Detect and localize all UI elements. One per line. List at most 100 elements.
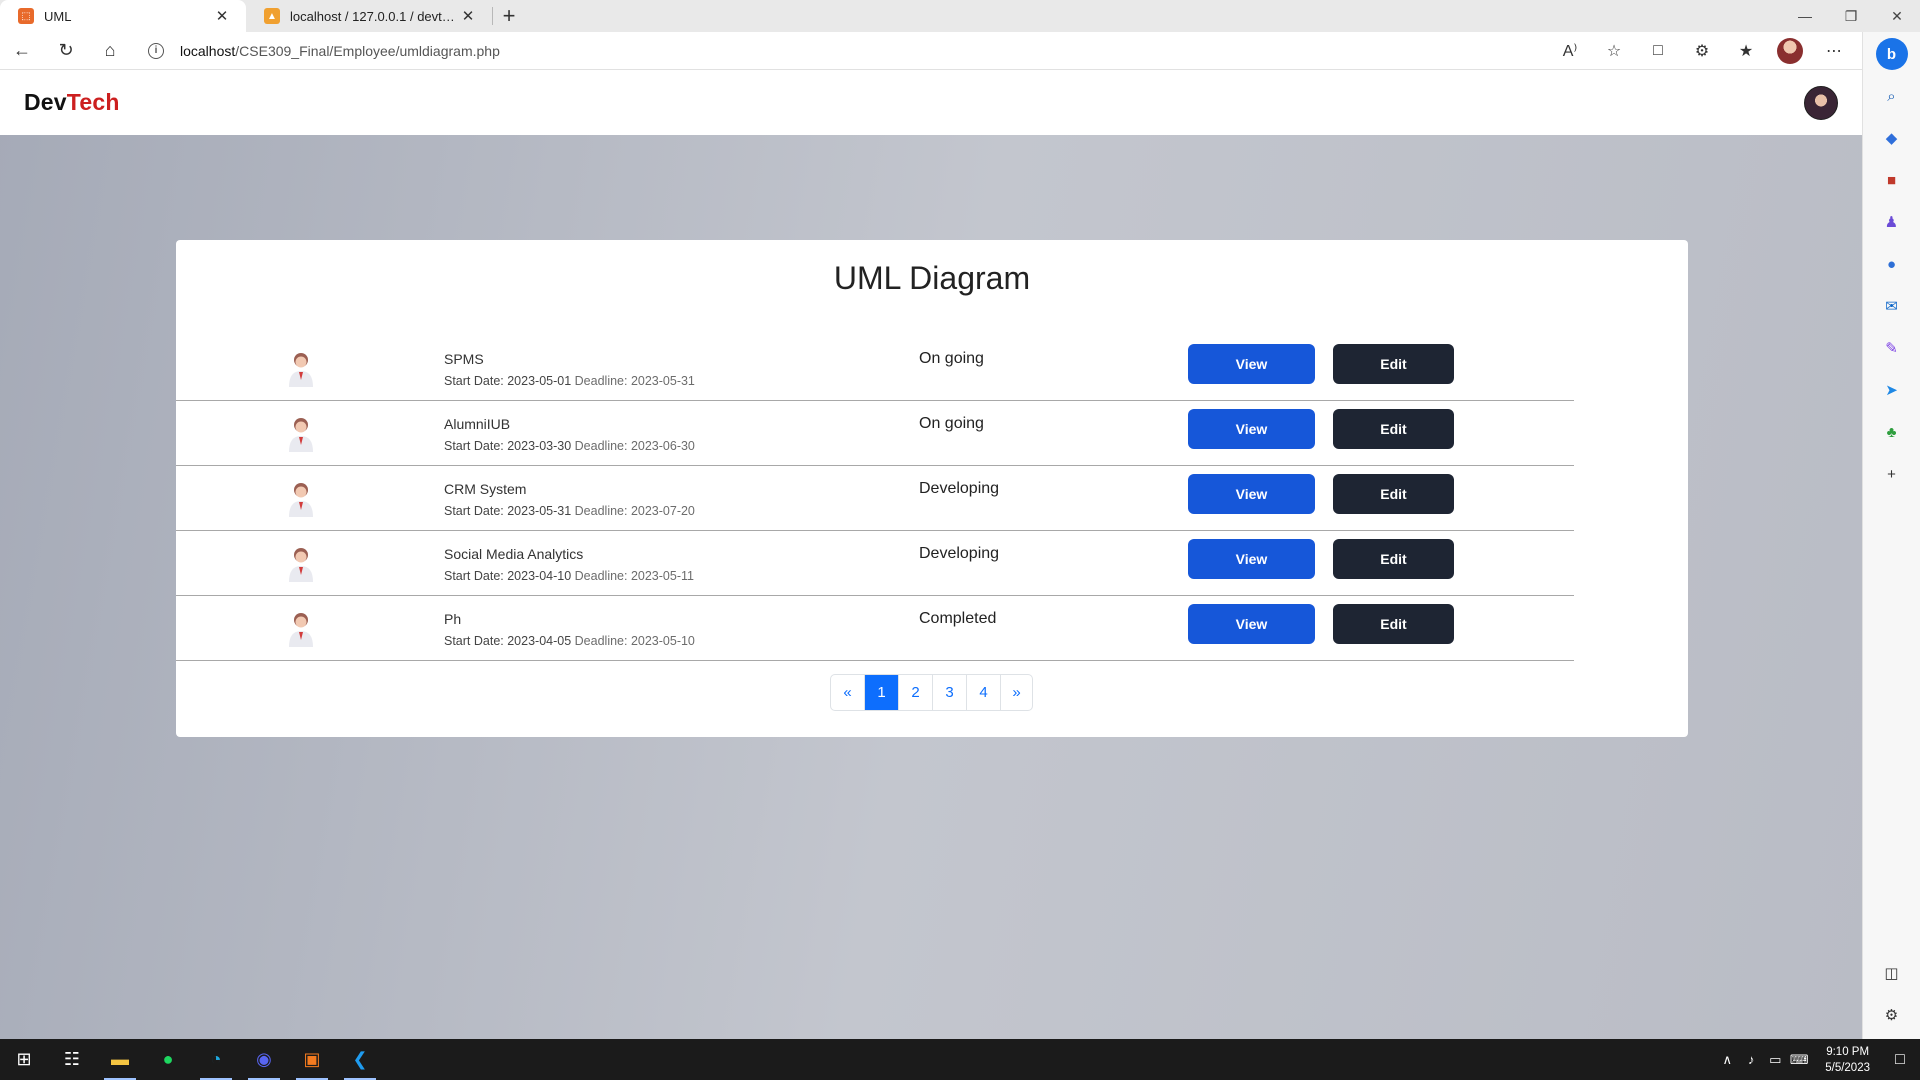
drop-send-icon[interactable]: ➤	[1876, 374, 1908, 406]
view-button[interactable]: View	[1188, 344, 1315, 384]
site-info-icon[interactable]: i	[148, 42, 164, 59]
profile-icon[interactable]	[1768, 33, 1812, 69]
project-list: SPMS Start Date: 2023-05-01 Deadline: 20…	[176, 336, 1574, 661]
xampp-favicon-icon: ⬚	[18, 8, 34, 24]
url-host: localhost	[180, 42, 236, 59]
brand-logo[interactable]: DevTech	[24, 89, 120, 116]
pagination: « 1 2 3 4 »	[830, 674, 1033, 711]
project-info: Social Media Analytics Start Date: 2023-…	[444, 546, 694, 583]
minimize-icon[interactable]: —	[1782, 0, 1828, 32]
view-button[interactable]: View	[1188, 409, 1315, 449]
browser-toolbar: ← ↻ ⌂ i localhost/CSE309_Final/Employee/…	[0, 32, 1862, 70]
search-icon[interactable]: ⌕	[1876, 80, 1908, 112]
page-link-2[interactable]: 2	[899, 675, 933, 710]
employee-avatar-icon	[289, 548, 313, 582]
refresh-icon[interactable]: ↻	[44, 33, 88, 69]
deadline: Deadline: 2023-07-20	[574, 504, 695, 518]
tab-phpmyadmin[interactable]: ▲ localhost / 127.0.0.1 / devtech / t ✕	[246, 0, 492, 32]
windows-taskbar: ⊞ ☷ ▬ ● ◔ ◉ ▣ ❮ ∧ ♪ ▭ ⌨ 9:10 PM 5/5/2023…	[0, 1039, 1920, 1080]
page-prev-link[interactable]: «	[831, 675, 865, 710]
split-screen-icon[interactable]: □	[1636, 33, 1680, 69]
tab-title: UML	[44, 8, 72, 24]
outlook-icon[interactable]: ✉	[1876, 290, 1908, 322]
phpmyadmin-favicon-icon: ▲	[264, 8, 280, 24]
home-icon[interactable]: ⌂	[88, 33, 132, 69]
employee-avatar-icon	[289, 418, 313, 452]
read-aloud-icon[interactable]: A⁾	[1548, 33, 1592, 69]
edit-button[interactable]: Edit	[1333, 539, 1454, 579]
view-button[interactable]: View	[1188, 604, 1315, 644]
close-window-icon[interactable]: ✕	[1874, 0, 1920, 32]
view-button[interactable]: View	[1188, 474, 1315, 514]
project-info: AlumniIUB Start Date: 2023-03-30 Deadlin…	[444, 416, 695, 453]
status-text: On going	[919, 350, 984, 367]
tree-icon[interactable]: ♣	[1876, 416, 1908, 448]
clock-date: 5/5/2023	[1825, 1061, 1870, 1074]
start-date: Start Date: 2023-04-10	[444, 569, 572, 583]
deadline: Deadline: 2023-05-10	[574, 634, 695, 648]
vscode-icon[interactable]: ❮	[336, 1039, 384, 1080]
start-icon[interactable]: ⊞	[0, 1039, 48, 1080]
page-link-4[interactable]: 4	[967, 675, 1001, 710]
discord-icon[interactable]: ◉	[240, 1039, 288, 1080]
more-options-icon[interactable]: ⋯	[1812, 33, 1856, 69]
edit-button[interactable]: Edit	[1333, 474, 1454, 514]
clock-time: 9:10 PM	[1826, 1045, 1870, 1058]
profile-avatar	[1777, 37, 1803, 64]
shopping-tag-icon[interactable]: ◆	[1876, 122, 1908, 154]
tab-uml[interactable]: ⬚ UML ✕	[0, 0, 246, 32]
tab-title: localhost / 127.0.0.1 / devtech / t	[290, 8, 458, 24]
employee-avatar-icon	[289, 353, 313, 387]
xampp-icon[interactable]: ▣	[288, 1039, 336, 1080]
back-icon[interactable]: ←	[0, 33, 44, 69]
add-app-icon[interactable]: +	[1876, 458, 1908, 490]
page-link-1[interactable]: 1	[865, 675, 899, 710]
view-button[interactable]: View	[1188, 539, 1315, 579]
edge-icon[interactable]: ◔	[192, 1039, 240, 1080]
network-icon[interactable]: ▭	[1763, 1052, 1787, 1068]
project-dates: Start Date: 2023-05-01 Deadline: 2023-05…	[444, 374, 695, 388]
keyboard-icon[interactable]: ⌨	[1787, 1052, 1811, 1068]
project-name: SPMS	[444, 351, 484, 367]
tools-briefcase-icon[interactable]: ■	[1876, 164, 1908, 196]
project-dates: Start Date: 2023-05-31 Deadline: 2023-07…	[444, 504, 695, 518]
project-info: Ph Start Date: 2023-04-05 Deadline: 2023…	[444, 611, 695, 648]
new-tab-button[interactable]: +	[493, 0, 525, 32]
page: DevTech UML Diagram SPMS Start Date: 202…	[0, 70, 1862, 1039]
page-next-link[interactable]: »	[1001, 675, 1032, 710]
status-text: Developing	[919, 545, 1000, 562]
list-item: SPMS Start Date: 2023-05-01 Deadline: 20…	[176, 336, 1574, 401]
favorites-icon[interactable]: ★	[1724, 33, 1768, 69]
edit-button[interactable]: Edit	[1333, 344, 1454, 384]
games-icon[interactable]: ♟	[1876, 206, 1908, 238]
edit-button[interactable]: Edit	[1333, 409, 1454, 449]
project-name: Ph	[444, 611, 462, 627]
sidebar-settings-icon[interactable]: ⚙	[1876, 999, 1908, 1031]
tray-overflow-icon[interactable]: ∧	[1715, 1052, 1739, 1068]
microsoft-365-icon[interactable]: ●	[1876, 248, 1908, 280]
list-item: Social Media Analytics Start Date: 2023-…	[176, 531, 1574, 596]
deadline: Deadline: 2023-06-30	[574, 439, 695, 453]
project-dates: Start Date: 2023-04-10 Deadline: 2023-05…	[444, 569, 694, 583]
task-view-icon[interactable]: ☷	[48, 1039, 96, 1080]
designer-icon[interactable]: ✎	[1876, 332, 1908, 364]
restore-icon[interactable]: ❐	[1828, 0, 1874, 32]
file-explorer-icon[interactable]: ▬	[96, 1039, 144, 1080]
taskbar-clock[interactable]: 9:10 PM 5/5/2023	[1825, 1044, 1870, 1076]
close-tab-icon[interactable]: ✕	[212, 7, 232, 25]
volume-icon[interactable]: ♪	[1739, 1052, 1763, 1067]
address-bar[interactable]: i localhost/CSE309_Final/Employee/umldia…	[136, 36, 1548, 66]
add-favorite-icon[interactable]: ☆	[1592, 33, 1636, 69]
list-item: CRM System Start Date: 2023-05-31 Deadli…	[176, 466, 1574, 531]
user-avatar[interactable]	[1804, 85, 1838, 120]
start-date: Start Date: 2023-05-01	[444, 374, 572, 388]
notifications-icon[interactable]: □	[1880, 1051, 1920, 1069]
spotify-icon[interactable]: ●	[144, 1039, 192, 1080]
extensions-icon[interactable]: ⚙	[1680, 33, 1724, 69]
page-link-3[interactable]: 3	[933, 675, 967, 710]
close-tab-icon[interactable]: ✕	[458, 7, 478, 25]
uml-card: UML Diagram SPMS Start Date: 2023-05-01 …	[176, 240, 1688, 737]
edit-button[interactable]: Edit	[1333, 604, 1454, 644]
bing-chat-icon[interactable]: b	[1875, 38, 1908, 70]
hide-sidebar-icon[interactable]: ◫	[1876, 957, 1908, 989]
